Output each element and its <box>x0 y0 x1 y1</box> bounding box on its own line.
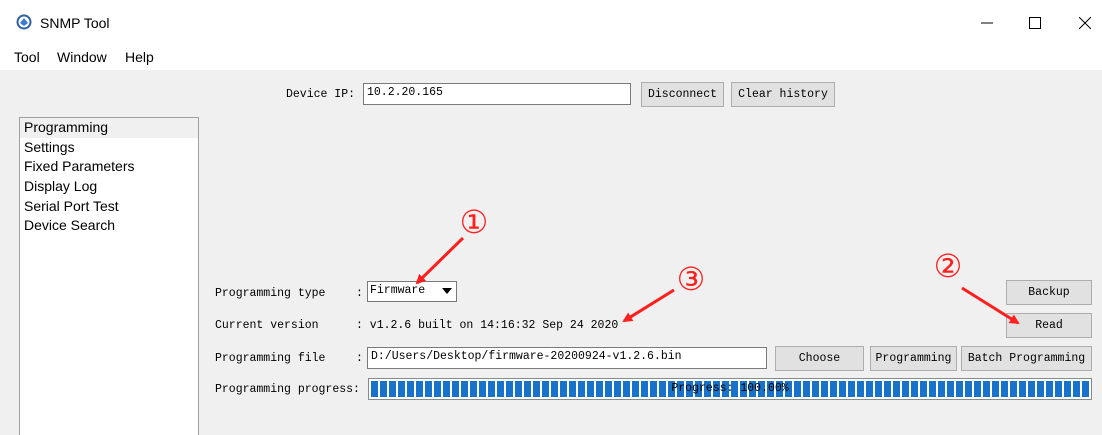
annotation-2-arrow <box>961 286 1020 325</box>
annotation-3-label: ③ <box>677 260 706 298</box>
annotation-overlay: ① ② ③ <box>415 203 1020 325</box>
annotation-3: ③ <box>622 260 706 323</box>
annotation-2: ② <box>934 247 1020 325</box>
annotation-1: ① <box>415 203 489 285</box>
annotation-3-arrow <box>622 288 675 323</box>
annotation-1-label: ① <box>460 203 489 241</box>
annotation-2-label: ② <box>934 247 963 285</box>
annotation-1-arrow <box>415 236 465 285</box>
